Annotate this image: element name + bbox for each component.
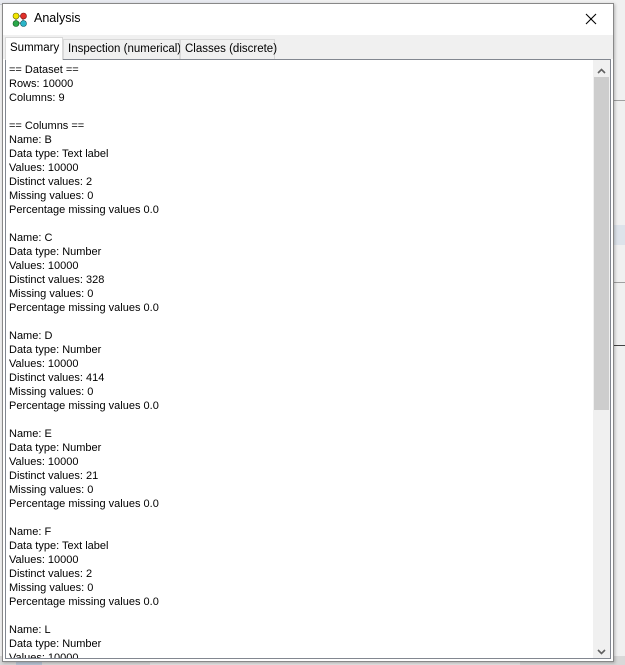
chevron-down-icon <box>597 640 606 659</box>
summary-line: Rows: 10000 <box>9 78 74 90</box>
summary-line: Data type: Number <box>9 442 102 454</box>
summary-line: Name: D <box>9 330 53 342</box>
summary-line: Name: C <box>9 232 53 244</box>
summary-line: Values: 10000 <box>9 652 79 658</box>
summary-line: Missing values: 0 <box>9 582 94 594</box>
summary-line: Name: L <box>9 624 51 636</box>
close-icon <box>585 10 597 29</box>
summary-line: Name: B <box>9 134 52 146</box>
summary-line: Data type: Number <box>9 638 102 650</box>
title-bar[interactable]: Analysis <box>3 4 613 35</box>
summary-line: Distinct values: 328 <box>9 274 105 286</box>
background-panel-edge <box>614 0 625 665</box>
summary-line: Missing values: 0 <box>9 484 94 496</box>
network-nodes-icon <box>12 12 28 28</box>
tab-bar: Summary Inspection (numerical) Classes (… <box>3 35 613 60</box>
chevron-up-icon <box>597 59 606 78</box>
summary-line: Values: 10000 <box>9 162 79 174</box>
summary-line: Data type: Text label <box>9 540 109 552</box>
window-title: Analysis <box>34 11 81 25</box>
summary-line: == Dataset == <box>9 64 79 76</box>
scrollbar-thumb[interactable] <box>594 77 609 410</box>
summary-line: Distinct values: 2 <box>9 176 93 188</box>
summary-line: Values: 10000 <box>9 260 79 272</box>
scroll-down-button[interactable] <box>593 641 610 658</box>
summary-line: Name: F <box>9 526 52 538</box>
summary-line: Name: E <box>9 428 52 440</box>
scroll-up-button[interactable] <box>593 60 610 77</box>
summary-line: Percentage missing values 0.0 <box>9 400 159 412</box>
summary-line: Values: 10000 <box>9 358 79 370</box>
summary-line: Data type: Number <box>9 246 102 258</box>
summary-text-area[interactable]: == Dataset == Rows: 10000 Columns: 9 == Col… <box>6 60 593 658</box>
summary-line: Missing values: 0 <box>9 386 94 398</box>
summary-line: == Columns == <box>9 120 85 132</box>
summary-line: Percentage missing values 0.0 <box>9 302 159 314</box>
analysis-window: Analysis Summary Inspection (numerical) … <box>2 3 614 662</box>
summary-line: Distinct values: 414 <box>9 372 105 384</box>
summary-line: Percentage missing values 0.0 <box>9 596 159 608</box>
summary-line: Distinct values: 21 <box>9 470 99 482</box>
tab-classes-discrete[interactable]: Classes (discrete) <box>180 39 277 59</box>
summary-panel: == Dataset == Rows: 10000 Columns: 9 == Col… <box>5 59 611 659</box>
vertical-scrollbar[interactable] <box>593 60 610 658</box>
summary-line: Columns: 9 <box>9 92 65 104</box>
tab-inspection-numerical[interactable]: Inspection (numerical) <box>63 39 181 59</box>
summary-line: Values: 10000 <box>9 456 79 468</box>
summary-line: Missing values: 0 <box>9 288 94 300</box>
summary-line: Data type: Number <box>9 344 102 356</box>
summary-line: Data type: Text label <box>9 148 109 160</box>
close-button[interactable] <box>569 4 613 34</box>
tab-summary[interactable]: Summary <box>5 37 63 60</box>
summary-line: Percentage missing values 0.0 <box>9 204 159 216</box>
summary-line: Percentage missing values 0.0 <box>9 498 159 510</box>
summary-line: Distinct values: 2 <box>9 568 93 580</box>
summary-line: Missing values: 0 <box>9 190 94 202</box>
summary-line: Values: 10000 <box>9 554 79 566</box>
